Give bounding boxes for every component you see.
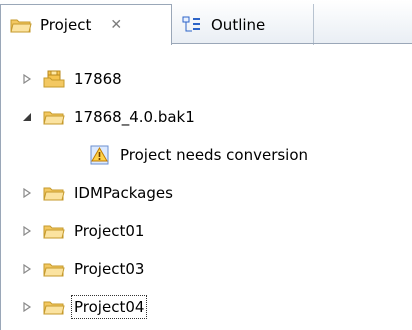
view-tab-bar: Project ✕ Outline bbox=[0, 0, 412, 45]
outline-icon bbox=[180, 15, 204, 35]
tree-item-label: Project04 bbox=[70, 295, 148, 319]
warning-conversion-icon bbox=[88, 145, 112, 165]
folder-open-icon bbox=[42, 183, 66, 203]
expand-arrow-icon[interactable] bbox=[20, 224, 34, 238]
tree-item-label: IDMPackages bbox=[74, 184, 173, 202]
project-tree: 17868 17868_4.0.bak1 Project needs conve… bbox=[0, 44, 412, 330]
folder-open-icon bbox=[42, 297, 66, 317]
tree-item-17868[interactable]: 17868 bbox=[20, 64, 122, 94]
tree-item-project01[interactable]: Project01 bbox=[20, 216, 144, 246]
tree-item-17868-bak1[interactable]: 17868_4.0.bak1 bbox=[20, 102, 195, 132]
tree-item-project04[interactable]: Project04 bbox=[20, 292, 148, 322]
folder-open-icon bbox=[42, 221, 66, 241]
expand-arrow-icon[interactable] bbox=[20, 262, 34, 276]
folder-open-icon bbox=[9, 15, 33, 35]
tab-outline[interactable]: Outline bbox=[172, 4, 314, 45]
tree-item-idmpackages[interactable]: IDMPackages bbox=[20, 178, 173, 208]
expand-arrow-icon[interactable] bbox=[20, 186, 34, 200]
tab-outline-label: Outline bbox=[211, 15, 266, 34]
tree-item-label: Project needs conversion bbox=[120, 146, 309, 164]
project-package-icon bbox=[42, 69, 66, 89]
tab-project[interactable]: Project ✕ bbox=[0, 4, 172, 45]
tree-item-label: Project01 bbox=[74, 222, 145, 240]
tree-item-label: 17868 bbox=[74, 70, 122, 88]
expand-arrow-icon[interactable] bbox=[20, 300, 34, 314]
tree-item-project-needs-conversion[interactable]: Project needs conversion bbox=[88, 140, 308, 170]
collapse-arrow-icon[interactable] bbox=[20, 110, 34, 124]
folder-open-icon bbox=[42, 107, 66, 127]
tree-item-label: 17868_4.0.bak1 bbox=[74, 108, 195, 126]
tab-project-label: Project bbox=[40, 16, 92, 34]
tree-item-label: Project03 bbox=[74, 260, 145, 278]
tree-item-project03[interactable]: Project03 bbox=[20, 254, 144, 284]
expand-arrow-icon[interactable] bbox=[20, 72, 34, 86]
folder-open-icon bbox=[42, 259, 66, 279]
close-icon[interactable]: ✕ bbox=[110, 18, 122, 32]
